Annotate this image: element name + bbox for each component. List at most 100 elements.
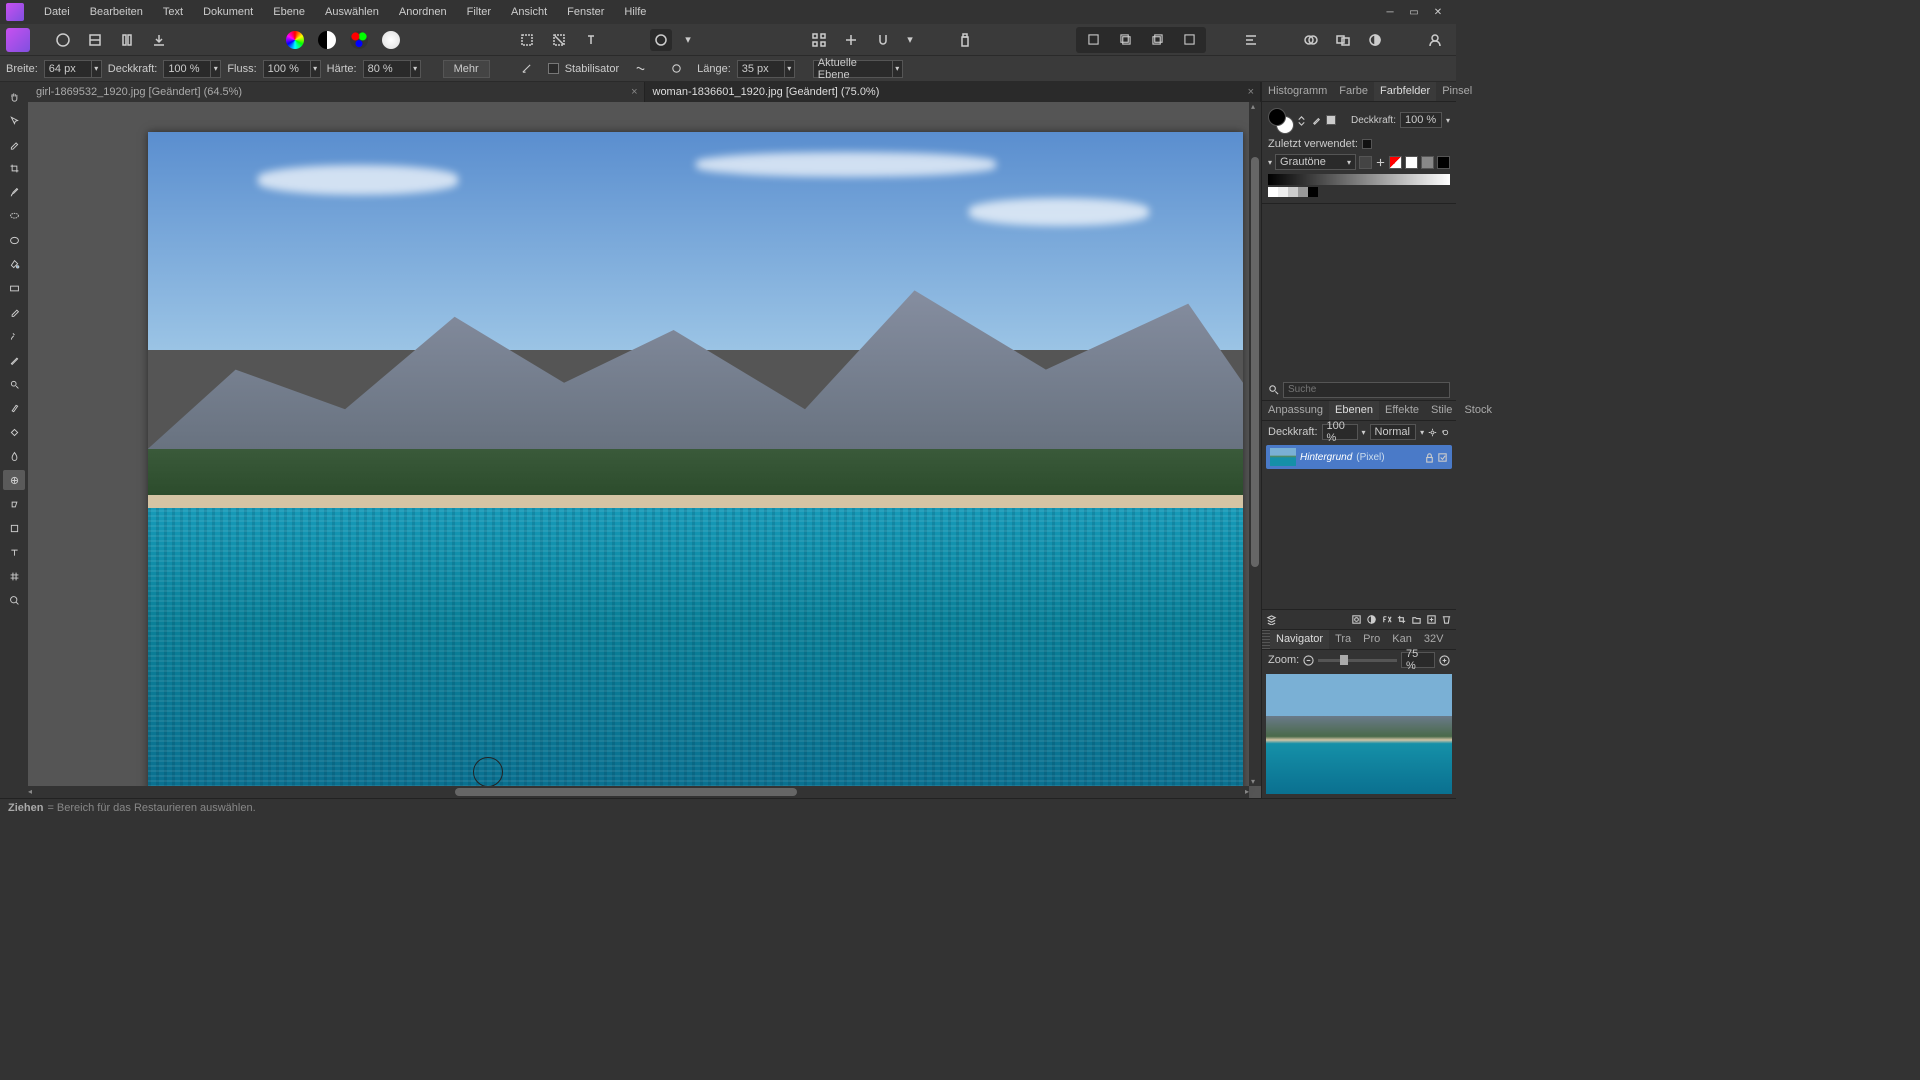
clone-tool[interactable] bbox=[3, 326, 25, 346]
close-button[interactable]: ✕ bbox=[1432, 6, 1444, 18]
layer-lock-icon[interactable] bbox=[1424, 452, 1435, 463]
layer-add-icon[interactable] bbox=[1426, 614, 1437, 625]
zoom-in-icon[interactable] bbox=[1439, 655, 1450, 666]
hardness-field[interactable]: 80 % bbox=[363, 60, 411, 78]
menu-hilfe[interactable]: Hilfe bbox=[614, 2, 656, 22]
menu-anordnen[interactable]: Anordnen bbox=[389, 2, 457, 22]
hardness-drop[interactable]: ▾ bbox=[411, 60, 421, 78]
palette-select[interactable]: Grautöne▾ bbox=[1275, 154, 1356, 170]
swatch-row[interactable] bbox=[1268, 187, 1450, 197]
cloud-1-icon[interactable] bbox=[1300, 29, 1322, 51]
color-rgb-icon[interactable] bbox=[348, 29, 370, 51]
arrange-4-icon[interactable] bbox=[1178, 29, 1200, 51]
layer-gear-icon[interactable] bbox=[1428, 427, 1437, 438]
target-drop[interactable]: ▾ bbox=[893, 60, 903, 78]
crop-tool[interactable] bbox=[3, 158, 25, 178]
layer-adjust-icon[interactable] bbox=[1366, 614, 1377, 625]
panel-tab-stile[interactable]: Stile bbox=[1425, 401, 1458, 420]
grid-icon[interactable] bbox=[808, 29, 830, 51]
panel-opacity-field[interactable]: 100 % bbox=[1400, 112, 1442, 128]
quickmask-icon[interactable] bbox=[650, 29, 672, 51]
layer-reset-icon[interactable] bbox=[1441, 427, 1450, 438]
layer-stack-icon[interactable] bbox=[1266, 614, 1277, 625]
length-field[interactable]: 35 px bbox=[737, 60, 785, 78]
magnet-icon[interactable] bbox=[872, 29, 894, 51]
hand-tool[interactable] bbox=[3, 86, 25, 106]
flow-drop[interactable]: ▾ bbox=[311, 60, 321, 78]
layer-opacity-field[interactable]: 100 % bbox=[1322, 424, 1358, 440]
opacity-field[interactable]: 100 % bbox=[163, 60, 211, 78]
menu-ansicht[interactable]: Ansicht bbox=[501, 2, 557, 22]
recent-swatch[interactable] bbox=[1362, 139, 1372, 149]
retouch-tool[interactable] bbox=[3, 398, 25, 418]
snap-icon[interactable] bbox=[840, 29, 862, 51]
maximize-button[interactable]: ▭ bbox=[1408, 6, 1420, 18]
panel-tab-kan[interactable]: Kan bbox=[1386, 630, 1418, 649]
opacity-drop[interactable]: ▾ bbox=[211, 60, 221, 78]
brush-tool[interactable] bbox=[3, 182, 25, 202]
zoom-slider[interactable] bbox=[1318, 659, 1397, 662]
width-field[interactable]: 64 px bbox=[44, 60, 92, 78]
layer-folder-icon[interactable] bbox=[1411, 614, 1422, 625]
shape-tool[interactable] bbox=[3, 518, 25, 538]
menu-bearbeiten[interactable]: Bearbeiten bbox=[80, 2, 153, 22]
zoom-out-icon[interactable] bbox=[1303, 655, 1314, 666]
document-tab[interactable]: woman-1836601_1920.jpg [Geändert] (75.0%… bbox=[645, 82, 1262, 102]
cloud-3-icon[interactable] bbox=[1364, 29, 1386, 51]
stab-mode2-icon[interactable] bbox=[665, 58, 687, 80]
tab-close-icon[interactable]: × bbox=[1248, 86, 1254, 98]
arrange-3-icon[interactable] bbox=[1146, 29, 1168, 51]
color-picker-tool[interactable] bbox=[3, 134, 25, 154]
palette-grid-icon[interactable] bbox=[1359, 156, 1372, 169]
panel-tab-pinsel[interactable]: Pinsel bbox=[1436, 82, 1478, 101]
select-text-icon[interactable] bbox=[580, 29, 602, 51]
layer-delete-icon[interactable] bbox=[1441, 614, 1452, 625]
color-white-icon[interactable] bbox=[380, 29, 402, 51]
color-wheel-icon[interactable] bbox=[284, 29, 306, 51]
swap-colors-icon[interactable] bbox=[1296, 115, 1307, 126]
lasso-tool[interactable] bbox=[3, 206, 25, 226]
minimize-button[interactable]: ─ bbox=[1384, 6, 1396, 18]
align-icon[interactable] bbox=[1240, 29, 1262, 51]
blend-mode-select[interactable]: Normal bbox=[1370, 424, 1417, 440]
panel-opacity-drop[interactable]: ▾ bbox=[1446, 116, 1450, 125]
tab-close-icon[interactable]: × bbox=[631, 86, 637, 98]
stabilizer-check[interactable] bbox=[548, 63, 559, 74]
target-field[interactable]: Aktuelle Ebene bbox=[813, 60, 893, 78]
layer-row[interactable]: Hintergrund (Pixel) bbox=[1266, 445, 1452, 469]
dodge-tool[interactable] bbox=[3, 374, 25, 394]
none-swatch[interactable] bbox=[1326, 115, 1336, 125]
menu-dokument[interactable]: Dokument bbox=[193, 2, 263, 22]
panel-tab-navigator[interactable]: Navigator bbox=[1270, 630, 1329, 649]
move-tool[interactable] bbox=[3, 110, 25, 130]
menu-datei[interactable]: Datei bbox=[34, 2, 80, 22]
panel-tab-stock[interactable]: Stock bbox=[1458, 401, 1498, 420]
panel-tab-ebenen[interactable]: Ebenen bbox=[1329, 401, 1379, 420]
palette-black-icon[interactable] bbox=[1437, 156, 1450, 169]
erase-tool[interactable] bbox=[3, 302, 25, 322]
inpaint-tool[interactable] bbox=[3, 422, 25, 442]
arrange-2-icon[interactable] bbox=[1114, 29, 1136, 51]
menu-fenster[interactable]: Fenster bbox=[557, 2, 614, 22]
magnet-drop-icon[interactable]: ▾ bbox=[904, 29, 916, 51]
width-drop[interactable]: ▾ bbox=[92, 60, 102, 78]
persona-liquify-icon[interactable] bbox=[84, 29, 106, 51]
navigator-thumbnail[interactable] bbox=[1266, 674, 1452, 794]
palette-none-icon[interactable] bbox=[1389, 156, 1402, 169]
persona-develop-icon[interactable] bbox=[116, 29, 138, 51]
text-tool[interactable] bbox=[3, 542, 25, 562]
flow-field[interactable]: 100 % bbox=[263, 60, 311, 78]
panel-tab-effekte[interactable]: Effekte bbox=[1379, 401, 1425, 420]
pen-tool[interactable] bbox=[3, 350, 25, 370]
panel-tab-farbe[interactable]: Farbe bbox=[1333, 82, 1374, 101]
palette-menu-icon[interactable]: ▾ bbox=[1268, 158, 1272, 167]
selection-tool[interactable] bbox=[3, 230, 25, 250]
canvas-area[interactable]: ▴▾ ◂▸ bbox=[28, 102, 1261, 798]
info-icon[interactable] bbox=[954, 29, 976, 51]
gray-gradient-strip[interactable] bbox=[1268, 174, 1450, 185]
flood-tool[interactable] bbox=[3, 254, 25, 274]
color-swatch-pair[interactable] bbox=[1268, 108, 1292, 132]
panel-tab-anpassung[interactable]: Anpassung bbox=[1262, 401, 1329, 420]
panel-tab-histogramm[interactable]: Histogramm bbox=[1262, 82, 1333, 101]
patch-tool[interactable] bbox=[3, 494, 25, 514]
